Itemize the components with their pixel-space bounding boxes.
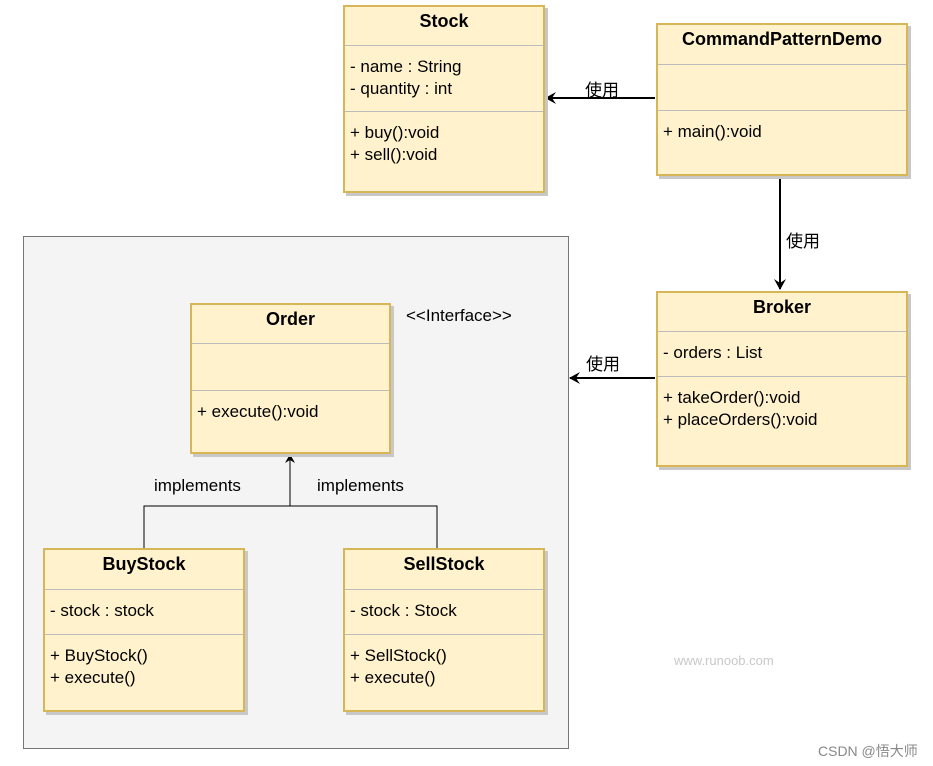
uses-label-broker-orders: 使用 [586,355,620,374]
method: + BuyStock() [50,646,148,665]
method-list: + takeOrder():void + placeOrders():void [663,387,817,431]
class-sellstock: SellStock - stock : Stock + SellStock() + e… [343,548,545,712]
compartment-divider [658,331,906,332]
compartment-divider [45,589,243,590]
uses-label-demo-broker: 使用 [786,232,820,251]
method-list: + execute():void [197,401,318,423]
attribute-list: - name : String - quantity : int [350,56,462,100]
compartment-divider [658,64,906,65]
method: + takeOrder():void [663,388,801,407]
attribute: - name : String [350,57,462,76]
method: + placeOrders():void [663,410,818,429]
method-list: + BuyStock() + execute() [50,645,148,689]
method: + sell():void [350,145,438,164]
compartment-divider [345,589,543,590]
class-buystock: BuyStock - stock : stock + BuyStock() + exe… [43,548,245,712]
compartment-divider [345,111,543,112]
attribute-list: - stock : stock [50,600,154,622]
uses-label-demo-stock: 使用 [585,81,619,100]
compartment-divider [658,110,906,111]
class-name: SellStock [403,554,485,574]
implements-line-buystock [143,505,290,548]
method-list: + SellStock() + execute() [350,645,447,689]
attribute-list: - orders : List [663,342,762,364]
compartment-divider [192,390,389,391]
compartment-divider [658,376,906,377]
compartment-divider [192,343,389,344]
class-stock: Stock - name : String - quantity : int + bu… [343,5,545,193]
attribute-list: - stock : Stock [350,600,457,622]
implements-label-buystock: implements [154,476,241,495]
method-list: + main():void [663,121,762,143]
attribute: - stock : Stock [350,601,457,620]
attribute: - stock : stock [50,601,154,620]
class-name: Broker [752,297,812,317]
compartment-divider [345,45,543,46]
method: + execute() [50,668,136,687]
class-demo: CommandPatternDemo + main():void [656,23,908,176]
class-name: Order [265,309,316,329]
compartment-divider [45,634,243,635]
method: + buy():void [350,123,440,142]
compartment-divider [345,634,543,635]
class-order: Order + execute():void [190,303,391,454]
method: + execute() [350,668,436,687]
class-name: BuyStock [102,554,186,574]
author-watermark: CSDN @悟大师 [818,743,918,759]
class-name: Stock [419,11,469,31]
implements-line-sellstock [290,505,438,548]
implements-label-sellstock: implements [317,476,404,495]
attribute: - orders : List [663,343,763,362]
class-name: CommandPatternDemo [681,29,883,49]
method: + SellStock() [350,646,447,665]
attribute: - quantity : int [350,79,453,98]
interface-stereotype: <<Interface>> [406,306,512,325]
site-watermark: www.runoob.com [674,653,774,668]
class-broker: Broker - orders : List + takeOrder():void +… [656,291,908,467]
method: + main():void [663,122,762,141]
method-list: + buy():void + sell():void [350,122,439,166]
method: + execute():void [197,402,319,421]
